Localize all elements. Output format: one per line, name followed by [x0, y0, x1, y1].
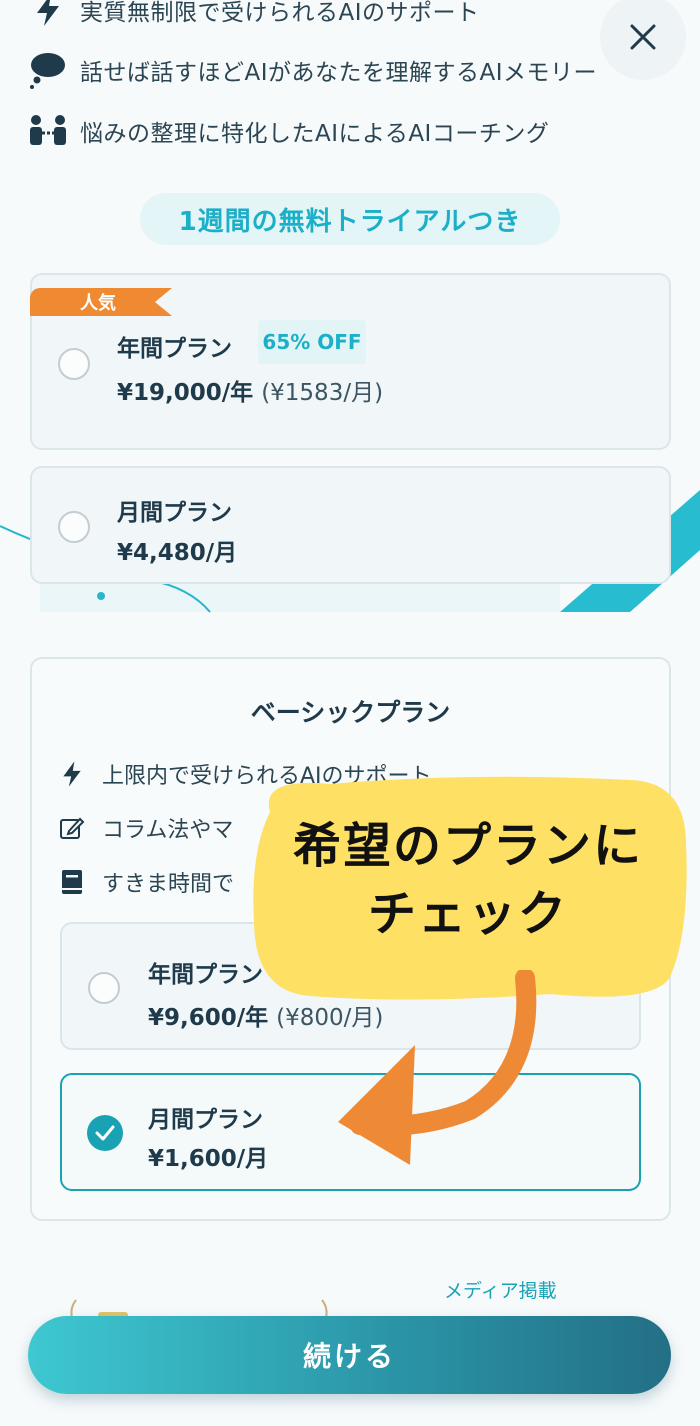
feature-text: 実質無制限で受けられるAIのサポート [80, 0, 480, 26]
book-icon [56, 866, 88, 898]
premium-feature-coaching: 悩みの整理に特化したAIによるAIコーチング [28, 111, 549, 151]
basic-feature-spare-time: すきま時間で [56, 866, 234, 898]
feature-text: すきま時間で [102, 872, 235, 897]
plan-price-value: ¥19,000/年 [117, 380, 254, 406]
continue-button[interactable]: 続ける [28, 1316, 671, 1394]
close-icon [630, 24, 656, 50]
premium-monthly-radio[interactable] [58, 511, 90, 543]
basic-monthly-radio-checked[interactable] [87, 1115, 123, 1151]
lightning-icon [28, 0, 68, 30]
lightning-icon [56, 758, 88, 790]
callout-line: チェック [367, 886, 568, 942]
free-trial-label: 1週間の無料トライアルつき [140, 193, 560, 245]
popular-badge: 人気 [30, 288, 172, 316]
plan-name: 月間プラン [148, 1107, 263, 1133]
plan-price: ¥1,600/月 [148, 1146, 269, 1172]
callout-line: 希望のプランに [292, 818, 643, 874]
check-icon [95, 1125, 115, 1141]
basic-plan-title: ベーシックプラン [250, 698, 451, 727]
arrow-icon [338, 970, 537, 1165]
basic-feature-column: コラム法やマ [56, 812, 233, 844]
premium-annual-radio[interactable] [58, 348, 90, 380]
plan-monthly-equivalent: (¥1583/月) [261, 380, 384, 406]
premium-feature-support: 実質無制限で受けられるAIのサポート [28, 0, 480, 30]
feature-text: 悩みの整理に特化したAIによるAIコーチング [80, 121, 550, 147]
plan-name: 年間プラン [148, 962, 263, 988]
close-button[interactable] [600, 0, 686, 80]
coaching-icon [28, 111, 68, 151]
plan-name: 月間プラン [117, 500, 232, 526]
plan-price: ¥19,000/年 (¥1583/月) [117, 373, 383, 407]
plan-name: 年間プラン [117, 336, 232, 362]
feature-text: コラム法やマ [102, 818, 234, 843]
media-coverage-link[interactable]: メディア掲載 [444, 1276, 557, 1303]
discount-badge: 65% OFF [258, 320, 366, 364]
feature-text: 話せば話すほどAIがあなたを理解するAIメモリー [80, 60, 598, 86]
plan-price: ¥4,480/月 [117, 540, 238, 566]
premium-feature-memory: 話せば話すほどAIがあなたを理解するAIメモリー [28, 50, 597, 90]
plan-price-value: ¥9,600/年 [148, 1005, 269, 1031]
brain-cloud-icon [28, 50, 68, 90]
edit-icon [56, 812, 88, 844]
callout-text: 希望のプランに チェック [252, 812, 684, 948]
basic-annual-radio[interactable] [88, 972, 120, 1004]
